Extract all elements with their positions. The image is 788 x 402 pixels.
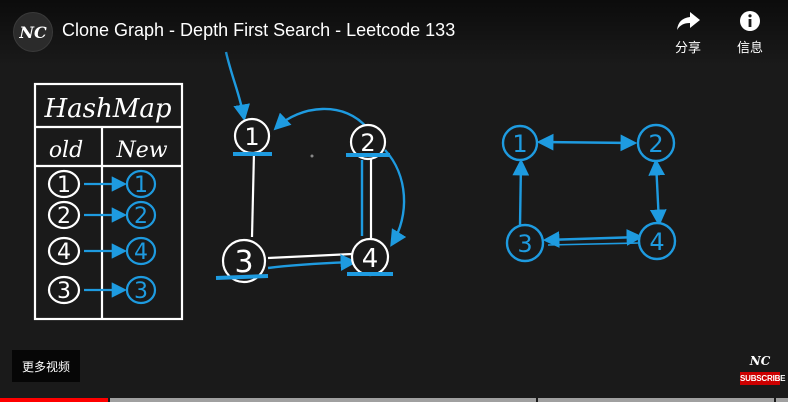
svg-text:2: 2 <box>360 129 375 157</box>
cloned-node-4: 4 <box>637 221 677 261</box>
hashmap-new-value: 1 <box>134 173 148 198</box>
chapter-marker <box>536 398 538 402</box>
cloned-node-2: 2 <box>636 123 676 163</box>
svg-text:1: 1 <box>244 123 259 151</box>
clone-edge-3-4 <box>542 229 644 248</box>
progress-played <box>0 398 110 402</box>
hashmap-header-old: old <box>49 138 83 163</box>
hashmap-old-value: 2 <box>57 204 71 229</box>
hashmap-old-value: 3 <box>57 279 71 304</box>
clone-edge-3-1 <box>512 158 530 227</box>
share-button[interactable]: 分享 <box>662 10 714 56</box>
hashmap-new-value: 3 <box>134 279 148 304</box>
original-node-1: 1 <box>233 117 272 156</box>
original-node-3: 3 <box>215 238 269 284</box>
chapter-marker <box>108 398 110 402</box>
svg-text:1: 1 <box>512 130 527 158</box>
pointer-dot <box>310 154 314 158</box>
progress-bar[interactable] <box>0 398 788 402</box>
chapter-marker <box>774 398 776 402</box>
info-button[interactable]: 信息 <box>724 10 776 56</box>
channel-watermark[interactable]: NC SUBSCRIBE <box>740 354 786 390</box>
svg-text:2: 2 <box>648 130 663 158</box>
hashmap-old-value: 4 <box>57 240 71 265</box>
original-node-2: 2 <box>346 123 390 161</box>
hashmap-old-value: 1 <box>57 173 71 198</box>
original-node-4: 4 <box>347 237 393 277</box>
channel-avatar[interactable]: NC <box>13 12 53 52</box>
video-title[interactable]: Clone Graph - Depth First Search - Leetc… <box>62 20 455 41</box>
info-label: 信息 <box>736 40 763 55</box>
clone-edge-2-4 <box>648 158 667 227</box>
cloned-node-1: 1 <box>501 124 539 162</box>
share-arrow-icon <box>677 12 700 30</box>
hashmap-header-new: New <box>115 138 167 163</box>
svg-text:4: 4 <box>362 244 379 274</box>
info-circle-icon <box>740 11 760 31</box>
share-label: 分享 <box>674 40 701 55</box>
edge-1-3 <box>250 151 256 238</box>
clone-edge-1-2 <box>536 133 638 152</box>
edge-3-4 <box>267 252 353 260</box>
progress-buffered <box>110 398 788 402</box>
subscribe-badge: SUBSCRIBE <box>740 372 786 385</box>
watermark-logo: NC <box>749 354 771 368</box>
hashmap-new-value: 4 <box>134 240 148 265</box>
hashmap-table: HashMap old New 1 1 2 2 4 4 3 3 <box>33 82 184 321</box>
hashmap-new-value: 2 <box>134 204 148 229</box>
cloned-graph: 1 2 3 4 <box>501 123 677 263</box>
svg-text:3: 3 <box>517 230 532 258</box>
hashmap-title: HashMap <box>43 94 171 124</box>
video-player[interactable]: HashMap old New 1 1 2 2 4 4 3 3 1 2 3 4 1 2 3 4… <box>0 0 788 402</box>
cloned-node-3: 3 <box>505 223 545 263</box>
more-videos-button[interactable]: 更多视频 <box>12 350 80 382</box>
edge-2-to-1 <box>273 107 369 131</box>
svg-text:4: 4 <box>649 228 664 256</box>
top-overlay: NC Clone Graph - Depth First Search - Le… <box>0 0 788 66</box>
original-graph: 1 2 3 4 <box>215 51 407 284</box>
